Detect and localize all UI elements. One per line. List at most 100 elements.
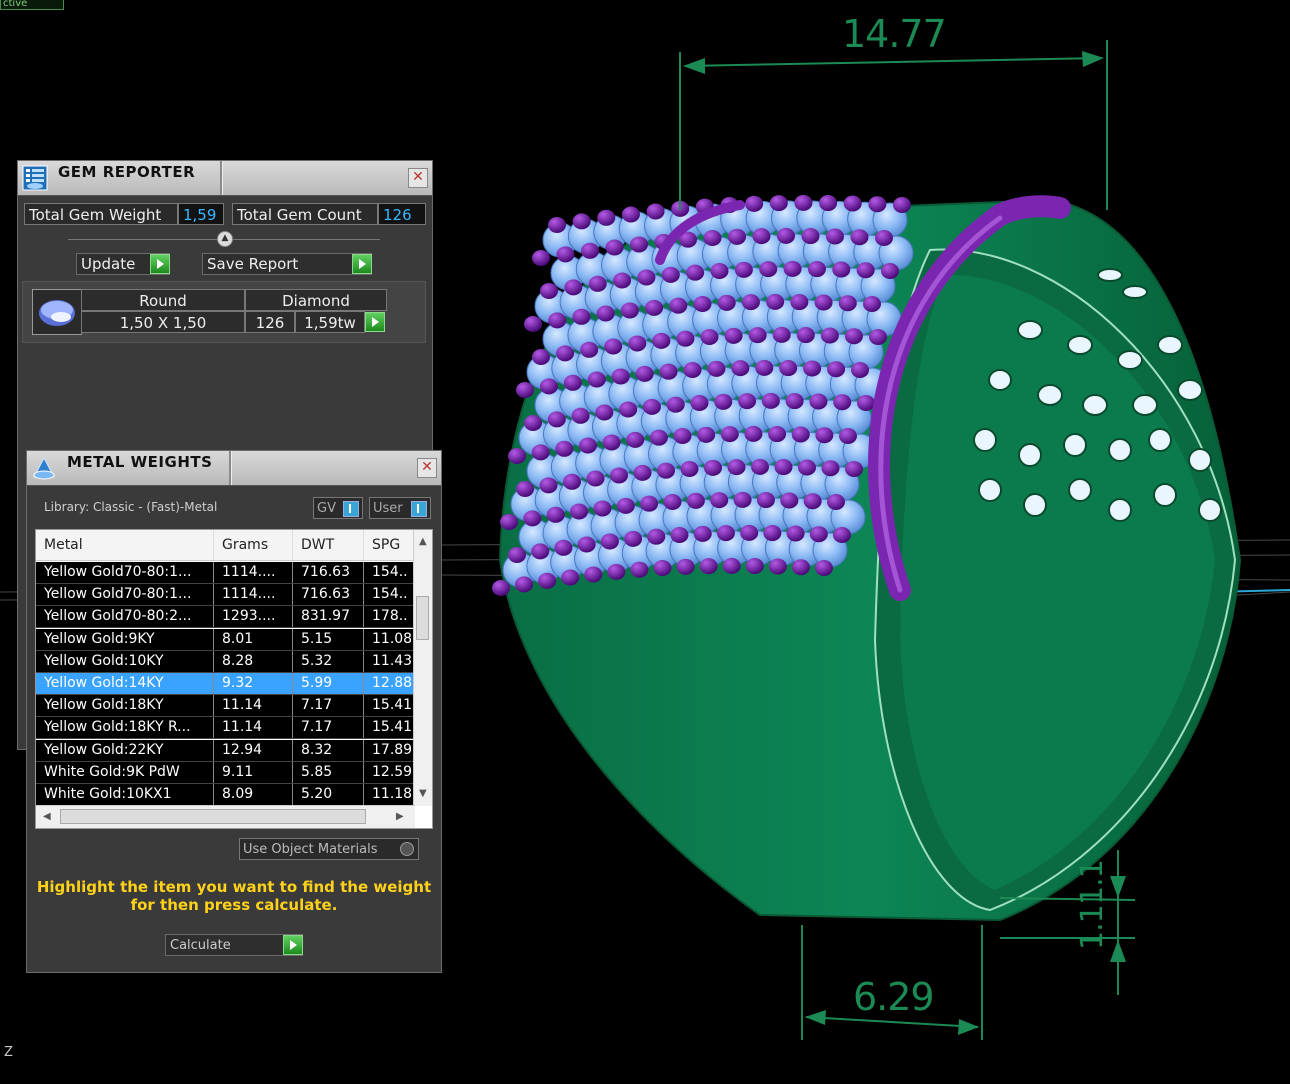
prong <box>761 392 780 409</box>
table-row[interactable]: Yellow Gold70-80:1... 1114.... 716.63 154.. <box>36 584 415 607</box>
prong <box>832 261 851 278</box>
cell-grams: 12.94 <box>214 739 293 761</box>
scroll-down-icon[interactable]: ▼ <box>419 788 427 799</box>
prong <box>626 431 645 448</box>
table-row[interactable]: Yellow Gold:14KY 9.32 5.99 12.88 <box>36 673 415 695</box>
vertical-scrollbar[interactable]: ▲ ▼ <box>413 530 432 806</box>
metal-table[interactable]: Metal Grams DWT SPG Yellow Gold70-80:1..… <box>35 529 433 829</box>
prong <box>680 461 699 477</box>
table-row[interactable]: Yellow Gold:18KY 11.14 7.17 15.41 <box>36 695 415 718</box>
prong <box>779 360 798 377</box>
hint-line-1: Highlight the item you want to find the … <box>36 878 432 896</box>
prong <box>548 217 566 233</box>
gv-toggle[interactable]: GV <box>313 497 363 519</box>
gem-reporter-titlebar[interactable]: GEM REPORTER ✕ <box>18 161 432 196</box>
dimension-bottom-width: 6.29 <box>853 975 935 1019</box>
prong <box>851 362 869 378</box>
prong <box>640 495 659 512</box>
table-row[interactable]: Yellow Gold:9KY 8.01 5.15 11.08 <box>36 628 415 651</box>
table-row[interactable]: Yellow Gold:10KY 8.28 5.32 11.43 <box>36 650 415 673</box>
cell-dwt: 7.17 <box>293 717 364 739</box>
cell-spg: 15.41 <box>364 695 415 717</box>
prong <box>819 195 838 212</box>
prong <box>621 206 640 223</box>
prong <box>642 398 661 415</box>
prong <box>777 227 795 244</box>
prong <box>820 327 839 344</box>
prong <box>547 411 566 428</box>
prong <box>794 194 813 211</box>
prong <box>666 396 685 413</box>
cell-dwt: 716.63 <box>293 584 364 606</box>
table-row[interactable]: Yellow Gold70-80:2... 1293.... 831.97 178.. <box>36 606 415 629</box>
calculate-play-icon[interactable] <box>283 935 303 955</box>
cell-dwt: 7.17 <box>293 695 364 717</box>
prong <box>766 293 785 310</box>
prong <box>500 514 518 530</box>
column-header-spg[interactable]: SPG <box>364 530 415 560</box>
cell-metal: Yellow Gold70-80:1... <box>36 562 214 583</box>
cell-spg: 12.59 <box>364 761 415 783</box>
column-header-metal[interactable]: Metal <box>36 530 214 560</box>
prong <box>783 260 802 277</box>
gem-select-play-icon[interactable] <box>365 312 385 332</box>
prong <box>733 491 752 508</box>
prong <box>602 434 621 451</box>
prong <box>728 228 746 245</box>
viewport-tab[interactable]: ctive <box>0 0 64 10</box>
total-gem-weight-label: Total Gem Weight <box>24 203 178 225</box>
close-icon[interactable]: ✕ <box>408 168 428 188</box>
column-header-grams[interactable]: Grams <box>214 530 293 560</box>
cell-spg: 17.89 <box>364 739 415 761</box>
prong <box>710 492 729 509</box>
prong <box>857 395 875 411</box>
column-header-dwt[interactable]: DWT <box>293 530 364 560</box>
cell-grams: 8.01 <box>214 628 293 650</box>
table-row[interactable]: White Gold:10KX1 8.09 5.20 11.18 <box>36 784 415 806</box>
cell-dwt: 5.20 <box>293 784 364 805</box>
user-toggle[interactable]: User <box>369 497 431 519</box>
save-report-button[interactable]: Save Report <box>202 253 372 275</box>
prong <box>791 426 810 443</box>
prong <box>604 338 623 355</box>
prong <box>572 213 591 230</box>
prong <box>843 195 862 212</box>
save-report-play-icon[interactable] <box>352 254 372 274</box>
prong <box>607 563 626 580</box>
prong <box>593 500 612 517</box>
collapse-icon[interactable]: ▲ <box>217 231 233 247</box>
prong <box>686 264 705 281</box>
prong <box>571 407 590 424</box>
close-icon[interactable]: ✕ <box>417 458 437 478</box>
prong <box>572 308 591 325</box>
prong <box>630 561 649 578</box>
table-row[interactable]: Yellow Gold:22KY 12.94 8.32 17.89 <box>36 739 415 762</box>
metal-weights-titlebar[interactable]: METAL WEIGHTS ✕ <box>27 451 441 486</box>
table-row[interactable]: Yellow Gold70-80:1... 1114.... 716.63 154.. <box>36 562 415 584</box>
vertical-scroll-thumb[interactable] <box>416 596 429 640</box>
table-row[interactable]: White Gold:9K PdW 9.11 5.85 12.59 <box>36 761 415 784</box>
gem-reporter-icon <box>22 165 48 191</box>
total-gem-count-value: 126 <box>378 203 426 225</box>
prong <box>827 494 845 510</box>
prong <box>620 302 639 319</box>
horizontal-scroll-thumb[interactable] <box>60 809 366 824</box>
prong <box>531 444 550 461</box>
gem-thumbnail[interactable] <box>32 289 82 335</box>
gem-weight: 1,59tw <box>295 311 365 333</box>
prong <box>492 580 510 596</box>
prong <box>755 359 774 376</box>
prong <box>744 425 763 442</box>
table-row[interactable]: Yellow Gold:18KY R... 11.14 7.17 15.41 <box>36 717 415 740</box>
prong <box>844 328 863 345</box>
scroll-right-icon[interactable]: ▶ <box>396 811 404 822</box>
cell-grams: 1293.... <box>214 606 293 628</box>
scroll-up-icon[interactable]: ▲ <box>419 536 427 547</box>
prong <box>791 559 810 576</box>
scroll-left-icon[interactable]: ◀ <box>43 811 51 822</box>
prong <box>774 459 793 476</box>
update-play-icon[interactable] <box>150 254 170 274</box>
use-object-materials-toggle[interactable]: Use Object Materials <box>239 838 419 860</box>
horizontal-scrollbar[interactable]: ◀ ▶ <box>36 805 415 828</box>
prong <box>839 428 857 444</box>
